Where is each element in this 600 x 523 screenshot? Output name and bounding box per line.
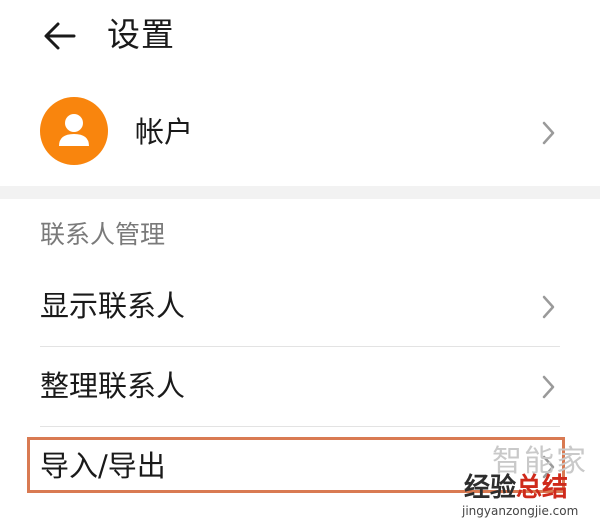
contacts-management-section: 联系人管理 显示联系人 整理联系人 导入/导出: [0, 199, 600, 523]
chevron-right-icon: [540, 453, 558, 481]
section-title: 联系人管理: [40, 220, 166, 249]
list-item-label: 显示联系人: [40, 289, 186, 323]
list-item-organize-contacts[interactable]: 整理联系人: [0, 347, 600, 427]
chevron-right-icon: [540, 373, 558, 401]
chevron-right-icon: [540, 293, 558, 321]
account-label: 帐户: [135, 115, 194, 149]
list-item-label: 整理联系人: [40, 369, 186, 403]
back-button[interactable]: [38, 14, 82, 58]
top-app-bar: 设置: [0, 0, 600, 70]
list-item-import-export[interactable]: 导入/导出: [0, 427, 600, 507]
person-icon: [59, 114, 89, 146]
page-title: 设置: [107, 15, 175, 54]
avatar: [40, 97, 108, 165]
list-item-show-contacts[interactable]: 显示联系人: [0, 267, 600, 347]
list-item-label: 导入/导出: [40, 449, 166, 483]
chevron-right-icon: [540, 119, 558, 147]
arrow-left-icon: [44, 22, 76, 50]
account-row[interactable]: 帐户: [0, 70, 600, 186]
